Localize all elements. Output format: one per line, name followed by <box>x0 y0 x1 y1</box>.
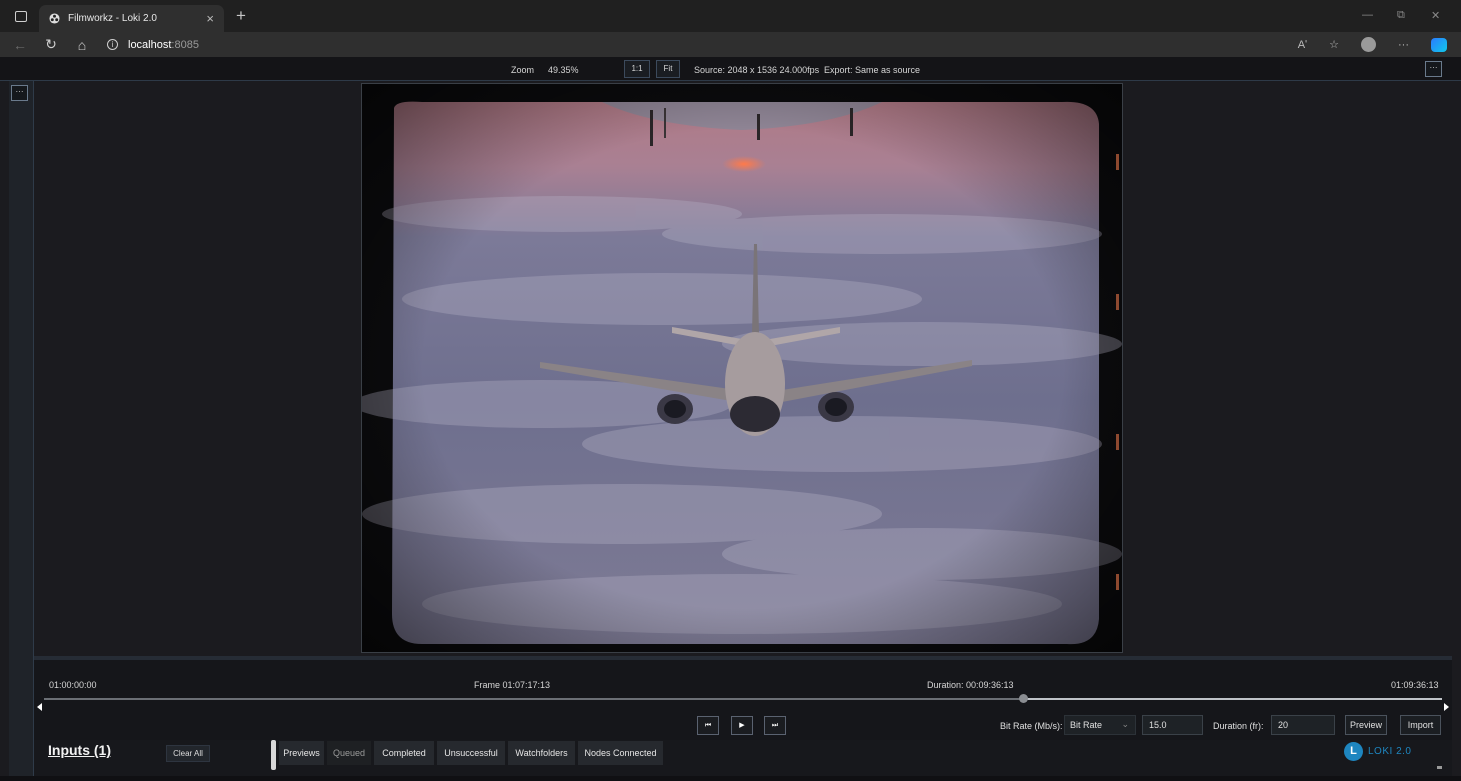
tab-unsuccessful[interactable]: Unsuccessful <box>437 741 505 765</box>
new-tab-icon[interactable]: + <box>236 6 246 26</box>
bitrate-input[interactable]: 15.0 <box>1142 715 1203 735</box>
reload-icon[interactable]: ↻ <box>40 36 62 53</box>
profile-icon[interactable] <box>1361 37 1376 52</box>
url-field[interactable]: i localhost:8085 <box>107 39 199 51</box>
tab-queued[interactable]: Queued <box>327 741 371 765</box>
site-info-icon[interactable]: i <box>107 39 118 50</box>
zoom-label: Zoom <box>511 65 535 75</box>
import-button[interactable]: Import <box>1400 715 1441 735</box>
play-button[interactable]: ▶ <box>731 716 753 735</box>
tab-title: Filmworkz - Loki 2.0 <box>68 13 157 24</box>
back-icon[interactable]: ← <box>9 37 31 53</box>
panel-resize-handle[interactable] <box>271 740 276 770</box>
airplane-above-clouds-image <box>362 84 1122 652</box>
url-host: localhost <box>128 38 172 51</box>
export-info: Export: Same as source <box>824 65 921 75</box>
preview-button[interactable]: Preview <box>1345 715 1387 735</box>
resize-grip-icon[interactable] <box>1437 766 1442 769</box>
duration-label: Duration (fr): <box>1213 721 1264 731</box>
copilot-icon[interactable] <box>1431 37 1447 52</box>
window-icon[interactable] <box>15 10 27 22</box>
bitrate-label: Bit Rate (Mb/s): <box>1000 721 1063 731</box>
favorite-icon[interactable]: ☆ <box>1329 38 1339 51</box>
clear-all-button[interactable]: Clear All <box>166 745 210 762</box>
playhead-handle[interactable] <box>1018 694 1028 703</box>
url-port: :8085 <box>171 38 199 51</box>
panel-more-button[interactable]: ··· <box>11 85 28 101</box>
loki-logo: L LOKI 2.0 <box>1344 742 1411 761</box>
right-edge <box>1452 81 1461 781</box>
zoom-1to1-button[interactable]: 1:1 <box>624 60 650 78</box>
tab-watchfolders[interactable]: Watchfolders <box>508 741 575 765</box>
zoom-fit-button[interactable]: Fit <box>656 60 680 78</box>
loki-logo-icon: L <box>1344 742 1363 761</box>
frame-timecode: Frame 01:07:17:13 <box>474 680 551 690</box>
timeline-scrubber[interactable] <box>44 698 1442 700</box>
bitrate-select-value: Bit Rate <box>1070 720 1103 730</box>
job-queue-bar: Inputs (1) Clear All Previews Queued Com… <box>34 740 1452 776</box>
end-timecode: 01:09:36:13 <box>1391 680 1439 690</box>
minimize-icon[interactable]: — <box>1362 9 1373 21</box>
duration-input[interactable]: 20 <box>1271 715 1335 735</box>
read-aloud-icon[interactable]: Aʹ <box>1298 39 1307 51</box>
left-panel-rail: ··· <box>9 81 34 776</box>
timeline-remaining <box>1022 698 1442 700</box>
inputs-title[interactable]: Inputs (1) <box>48 742 111 758</box>
duration-timecode: Duration: 00:09:36:13 <box>927 680 1014 690</box>
restore-icon[interactable]: ⧉ <box>1397 9 1405 22</box>
address-bar: ← ↻ ⌂ i localhost:8085 Aʹ ☆ ··· <box>0 32 1461 57</box>
previous-frame-button[interactable]: ⏮ <box>697 716 719 735</box>
loki-logo-text: LOKI 2.0 <box>1368 746 1412 757</box>
source-info: Source: 2048 x 1536 24.000fps <box>694 65 820 75</box>
tab-previews[interactable]: Previews <box>279 741 324 765</box>
chevron-down-icon: ⌄ <box>1121 719 1129 729</box>
video-frame <box>361 83 1123 653</box>
viewer-toolbar: Zoom 49.35% 1:1 Fit Source: 2048 x 1536 … <box>0 57 1461 81</box>
timeline-panel: 01:00:00:00 Frame 01:07:17:13 Duration: … <box>34 656 1452 740</box>
home-icon[interactable]: ⌂ <box>71 37 93 53</box>
tab-nodes-connected[interactable]: Nodes Connected <box>578 741 663 765</box>
bottom-edge <box>0 776 1461 781</box>
close-window-icon[interactable]: ✕ <box>1431 9 1440 22</box>
bitrate-select[interactable]: Bit Rate ⌄ <box>1064 715 1136 735</box>
start-timecode: 01:00:00:00 <box>49 680 97 690</box>
browser-tab[interactable]: Filmworkz - Loki 2.0 × <box>39 5 224 32</box>
browser-tab-bar: Filmworkz - Loki 2.0 × + — ⧉ ✕ <box>0 0 1461 32</box>
out-point-marker[interactable] <box>1444 703 1449 711</box>
zoom-value: 49.35% <box>548 65 579 75</box>
menu-icon[interactable]: ··· <box>1398 39 1409 51</box>
tab-completed[interactable]: Completed <box>374 741 434 765</box>
filmworkz-favicon <box>49 13 60 24</box>
close-tab-icon[interactable]: × <box>206 11 214 26</box>
viewer-more-button[interactable]: ··· <box>1425 61 1442 77</box>
next-frame-button[interactable]: ⏭ <box>764 716 786 735</box>
in-point-marker[interactable] <box>37 703 42 711</box>
